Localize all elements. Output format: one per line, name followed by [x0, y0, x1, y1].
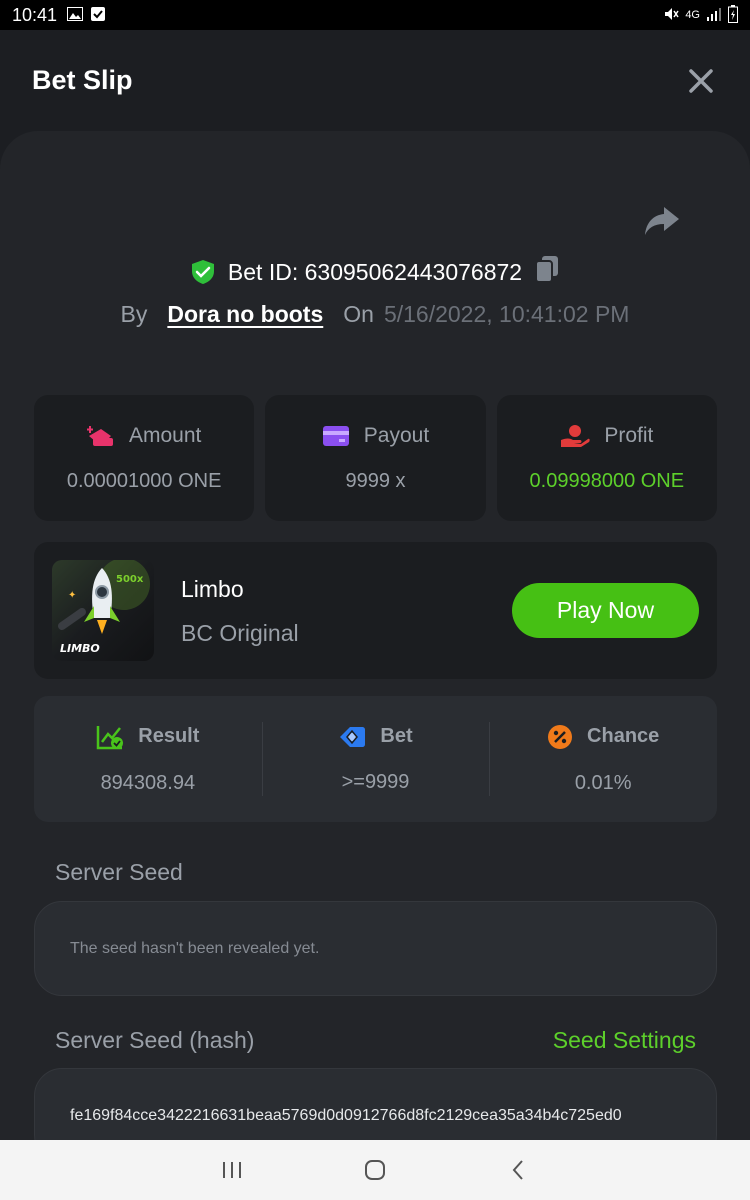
bet-id-text: Bet ID: 63095062443076872 — [227, 258, 523, 285]
chance-column: Chance 0.01% — [489, 696, 717, 822]
recents-button[interactable] — [212, 1150, 252, 1190]
by-label: By — [120, 301, 148, 327]
bet-author-row: By Dora no boots On 5/16/2022, 10:41:02 … — [0, 301, 750, 328]
amount-stat-header: Amount — [86, 423, 202, 448]
server-seed-note: The seed hasn't been revealed yet. — [70, 939, 320, 957]
payout-value: 9999 x — [345, 469, 406, 492]
chance-value: 0.01% — [574, 771, 632, 794]
payout-stat: Payout 9999 x — [265, 395, 486, 521]
game-name: Limbo — [181, 576, 244, 602]
server-seed-label: Server Seed — [55, 859, 183, 885]
bet-label: Bet — [380, 725, 413, 747]
share-button[interactable] — [644, 205, 680, 237]
bet-column: Bet >=9999 — [261, 696, 490, 822]
thumb-label: LIMBO — [60, 642, 100, 655]
bet-result-panel: Result 894308.94 Bet >=9999 Chance 0.01% — [34, 696, 717, 822]
play-now-button[interactable]: Play Now — [512, 583, 699, 638]
status-time: 10:41 — [12, 4, 58, 25]
home-button[interactable] — [355, 1150, 395, 1190]
mute-icon — [663, 6, 679, 25]
amount-value: 0.00001000 ONE — [66, 469, 222, 492]
page-title: Bet Slip — [32, 64, 133, 95]
payout-label: Payout — [363, 423, 430, 447]
bet-stats: Amount 0.00001000 ONE Payout 9999 x Prof… — [34, 395, 717, 521]
server-seed-box: The seed hasn't been revealed yet. — [34, 901, 717, 996]
copy-icon — [535, 256, 559, 283]
amount-stat: Amount 0.00001000 ONE — [34, 395, 255, 521]
amount-icon — [86, 425, 113, 446]
status-bar: 10:41 4G — [0, 0, 750, 30]
username-link[interactable]: Dora no boots — [167, 301, 323, 328]
signal-icon — [706, 7, 722, 24]
on-label: On — [343, 301, 374, 327]
result-column: Result 894308.94 — [34, 696, 262, 822]
bet-header: Bet — [338, 725, 413, 749]
recents-icon — [222, 1162, 241, 1178]
game-thumbnail[interactable]: 500x ✦ LIMBO — [52, 560, 154, 661]
gallery-icon — [67, 5, 84, 26]
bet-date: 5/16/2022, 10:41:02 PM — [383, 301, 630, 327]
bet-id-row: Bet ID: 63095062443076872 — [0, 255, 750, 289]
status-right-icons: 4G — [663, 4, 738, 26]
result-value: 894308.94 — [100, 771, 196, 794]
result-label: Result — [138, 725, 200, 747]
svg-text:✦: ✦ — [68, 590, 76, 601]
amount-label: Amount — [128, 423, 202, 447]
check-notification-icon — [91, 5, 106, 26]
profit-value: 0.09998000 ONE — [529, 469, 685, 492]
bet-value: >=9999 — [341, 770, 410, 793]
system-nav-bar — [0, 1140, 750, 1200]
bet-slip-screen: 10:41 4G Bet Slip Bet ID: 63095062443076… — [0, 0, 750, 1200]
close-icon — [689, 69, 713, 93]
payout-stat-header: Payout — [322, 424, 429, 448]
server-seed-hash-label: Server Seed (hash) — [55, 1027, 255, 1053]
result-header: Result — [96, 724, 199, 750]
back-chevron-icon — [512, 1160, 524, 1180]
network-type: 4G — [685, 9, 700, 21]
close-button[interactable] — [686, 66, 716, 96]
seed-settings-link[interactable]: Seed Settings — [553, 1027, 696, 1054]
server-seed-hash-value: fe169f84cce3422216631beaa5769d0d0912766d… — [70, 1106, 622, 1124]
battery-icon — [728, 4, 738, 26]
game-subtitle: BC Original — [181, 620, 299, 646]
profit-label: Profit — [604, 423, 654, 447]
share-icon — [645, 207, 679, 235]
chance-label: Chance — [587, 725, 660, 747]
profit-stat-header: Profit — [560, 424, 653, 448]
bet-tag-icon — [340, 726, 366, 747]
shield-check-icon — [191, 260, 214, 284]
bet-details-card: Bet ID: 63095062443076872 By Dora no boo… — [0, 131, 750, 1163]
thumb-badge: 500x — [116, 574, 144, 585]
copy-button[interactable] — [534, 255, 560, 289]
chance-header: Chance — [547, 724, 659, 750]
limbo-rocket-image: 500x ✦ LIMBO — [52, 560, 154, 661]
home-icon — [364, 1160, 385, 1180]
chance-percent-icon — [548, 724, 573, 749]
game-card: 500x ✦ LIMBO Limbo BC Original Play Now — [34, 542, 717, 679]
payout-card-icon — [322, 425, 349, 446]
profit-hand-icon — [561, 424, 590, 447]
profit-stat: Profit 0.09998000 ONE — [496, 395, 717, 521]
header: Bet Slip — [0, 30, 750, 130]
result-chart-icon — [97, 725, 124, 749]
back-button[interactable] — [498, 1150, 538, 1190]
